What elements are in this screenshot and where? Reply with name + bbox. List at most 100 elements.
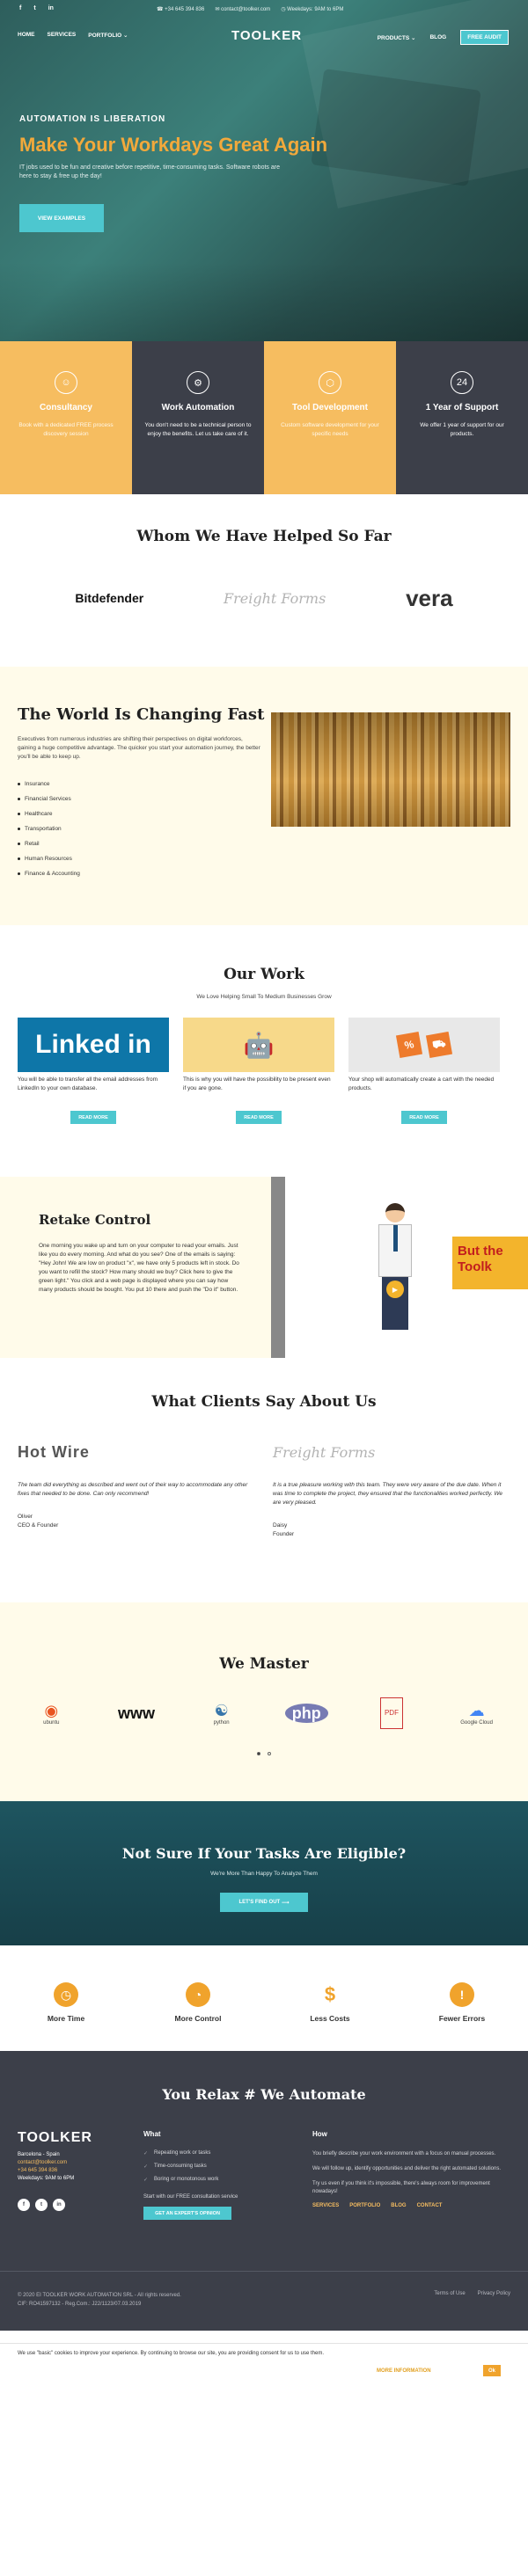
read-more-button[interactable]: READ MORE <box>236 1111 282 1124</box>
more-information-link[interactable]: MORE INFORMATION <box>377 2368 431 2374</box>
php-logo: php <box>280 1696 333 1731</box>
twitter-icon[interactable]: t <box>35 2199 48 2211</box>
nav-blog[interactable]: BLOG <box>429 34 446 40</box>
read-more-button[interactable]: READ MORE <box>401 1111 447 1124</box>
find-out-label: LET'S FIND OUT <box>238 1900 281 1905</box>
footer-link-blog[interactable]: BLOG <box>391 2203 406 2208</box>
dollar-icon: $ <box>324 1983 336 2005</box>
person-tie <box>393 1225 398 1252</box>
vera-logo: vera <box>406 584 453 611</box>
footer-email-link[interactable]: contact@toolker.com <box>18 2159 123 2167</box>
linkedin-icon[interactable]: in <box>48 5 54 11</box>
freight-forms-logo: Freight Forms <box>223 589 326 607</box>
carousel-dot[interactable] <box>268 1752 271 1755</box>
cookie-ok-button[interactable]: Ok <box>483 2365 501 2376</box>
testimonials-title: What Clients Say About Us <box>151 1393 377 1411</box>
social-links: f t in <box>19 5 54 11</box>
cart-image: % ⛟ <box>348 1018 500 1072</box>
linkedin-icon[interactable]: in <box>53 2199 65 2211</box>
support-24-icon: 24 <box>451 371 473 394</box>
work-cards: Linked in You will be able to transfer a… <box>0 1018 528 1124</box>
play-icon[interactable]: ▶ <box>386 1281 404 1298</box>
benefit-label: More Time <box>47 2014 85 2023</box>
work-card-linkedin: Linked in You will be able to transfer a… <box>18 1018 169 1124</box>
footer-location: Barcelona - Spain <box>18 2152 60 2157</box>
phone-link[interactable]: ☎ +34 645 394 836 <box>157 6 204 12</box>
hotwire-logo: Hot Wire <box>18 1442 90 1461</box>
testimonial-quote: It is a true pleasure working with this … <box>273 1482 502 1506</box>
read-more-button[interactable]: READ MORE <box>70 1111 116 1124</box>
cloud-icon: ☁ <box>468 1702 485 1719</box>
chat-icon: ☺ <box>55 371 77 394</box>
copyright-text: © 2020 EI TOOLKER WORK AUTOMATION SRL - … <box>18 2293 181 2298</box>
tech-label: ubuntu <box>43 1720 60 1726</box>
feature-text: You don't need to be a technical person … <box>144 422 252 437</box>
twitter-icon[interactable]: t <box>33 5 35 11</box>
our-work-section: Our Work We Love Helping Small To Medium… <box>0 925 528 1177</box>
our-work-subtitle: We Love Helping Small To Medium Business… <box>196 994 332 1000</box>
nav-home[interactable]: HOME <box>18 32 35 39</box>
footer-brand: TOOLKER Barcelona - Spain contact@toolke… <box>18 2130 123 2211</box>
terms-link[interactable]: Terms of Use <box>434 2291 465 2296</box>
world-title: The World Is Changing Fast <box>18 705 265 724</box>
globe-icon: www <box>117 1704 155 1722</box>
benefit-more-control: ◔ More Control <box>150 1982 246 2051</box>
nav-portfolio-label: PORTFOLIO <box>88 33 122 39</box>
feature-text: Book with a dedicated FREE process disco… <box>18 422 114 437</box>
carousel-dot[interactable] <box>257 1752 260 1755</box>
nav-products[interactable]: PRODUCTS ⌄ <box>378 34 416 41</box>
eligible-title: Not Sure If Your Tasks Are Eligible? <box>121 1845 407 1862</box>
work-card-cart: % ⛟ Your shop will automatically create … <box>348 1018 500 1124</box>
nav-portfolio[interactable]: PORTFOLIO ⌄ <box>88 32 128 39</box>
testimonial-name: Oliver <box>18 1514 33 1520</box>
footer-how: How You briefly describe your work envir… <box>312 2130 510 2208</box>
expert-opinion-button[interactable]: GET AN EXPERT'S OPINION <box>143 2207 231 2220</box>
python-icon: ☯ <box>214 1702 229 1719</box>
eligible-section: Not Sure If Your Tasks Are Eligible? We'… <box>0 1801 528 1945</box>
footer-logo[interactable]: TOOLKER <box>18 2130 123 2146</box>
footer-link-portfolio[interactable]: PORTFOLIO <box>349 2203 380 2208</box>
hero-subtitle: IT jobs used to be fun and creative befo… <box>19 164 280 179</box>
www-logo: www <box>110 1696 163 1731</box>
eligible-subtitle: We're More Than Happy To Analyze Them <box>210 1871 318 1877</box>
footer-what-title: What <box>143 2130 161 2138</box>
testimonials-section: What Clients Say About Us Hot Wire The t… <box>0 1358 528 1602</box>
gear-icon: ⚙ <box>187 371 209 394</box>
testimonial-role: CEO & Founder <box>18 1522 59 1529</box>
facebook-icon[interactable]: f <box>18 2199 30 2211</box>
benefit-less-costs: $ Less Costs <box>282 1982 378 2051</box>
privacy-link[interactable]: Privacy Policy <box>478 2291 510 2296</box>
banner-line: But the <box>458 1244 503 1259</box>
benefit-more-time: ◷ More Time <box>18 1982 114 2051</box>
nav-services[interactable]: SERVICES <box>48 32 77 39</box>
testimonial: Freight Forms It is a true pleasure work… <box>273 1437 510 1539</box>
footer-what-note: Start with our FREE consultation service <box>143 2194 238 2200</box>
footer-how-title: How <box>312 2130 327 2138</box>
company-registration: CIF: RO41597132 - Reg.Com.: J22/1123/07.… <box>18 2302 142 2307</box>
video-player[interactable]: But the Toolk ▶ <box>271 1177 528 1358</box>
banner-line: Toolk <box>458 1259 492 1274</box>
helped-title: Whom We Have Helped So Far <box>136 528 392 545</box>
facebook-icon[interactable]: f <box>19 5 21 11</box>
work-card-robot: 🤖 This is why you will have the possibil… <box>183 1018 334 1124</box>
bitdefender-logo: Bitdefender <box>75 591 144 605</box>
find-out-button[interactable]: LET'S FIND OUT ⟶ <box>220 1893 308 1912</box>
email-link[interactable]: ✉ contact@toolker.com <box>215 6 270 12</box>
world-intro: Executives from numerous industries are … <box>18 736 260 760</box>
linkedin-image: Linked in <box>18 1018 169 1072</box>
tool-icon: ⬡ <box>319 371 341 394</box>
footer-link-contact[interactable]: CONTACT <box>417 2203 443 2208</box>
email-text: contact@toolker.com <box>221 7 271 12</box>
footer-phone-link[interactable]: +34 645 394 836 <box>18 2167 123 2175</box>
view-examples-button[interactable]: VIEW EXAMPLES <box>19 204 104 232</box>
python-logo: ☯ python <box>195 1696 248 1731</box>
free-audit-button[interactable]: FREE AUDIT <box>460 30 509 45</box>
footer-how-p3: Try us even if you think it's impossible… <box>312 2181 490 2194</box>
freight-forms-logo: Freight Forms <box>273 1443 376 1461</box>
industries-list: Insurance Financial Services Healthcare … <box>18 781 80 886</box>
footer-link-services[interactable]: SERVICES <box>312 2203 339 2208</box>
site-logo[interactable]: TOOLKER <box>231 28 302 43</box>
bottom-bar: © 2020 EI TOOLKER WORK AUTOMATION SRL - … <box>0 2271 528 2331</box>
percent-icon: % <box>395 1031 423 1059</box>
ubuntu-logo: ◉ ubuntu <box>25 1696 77 1731</box>
